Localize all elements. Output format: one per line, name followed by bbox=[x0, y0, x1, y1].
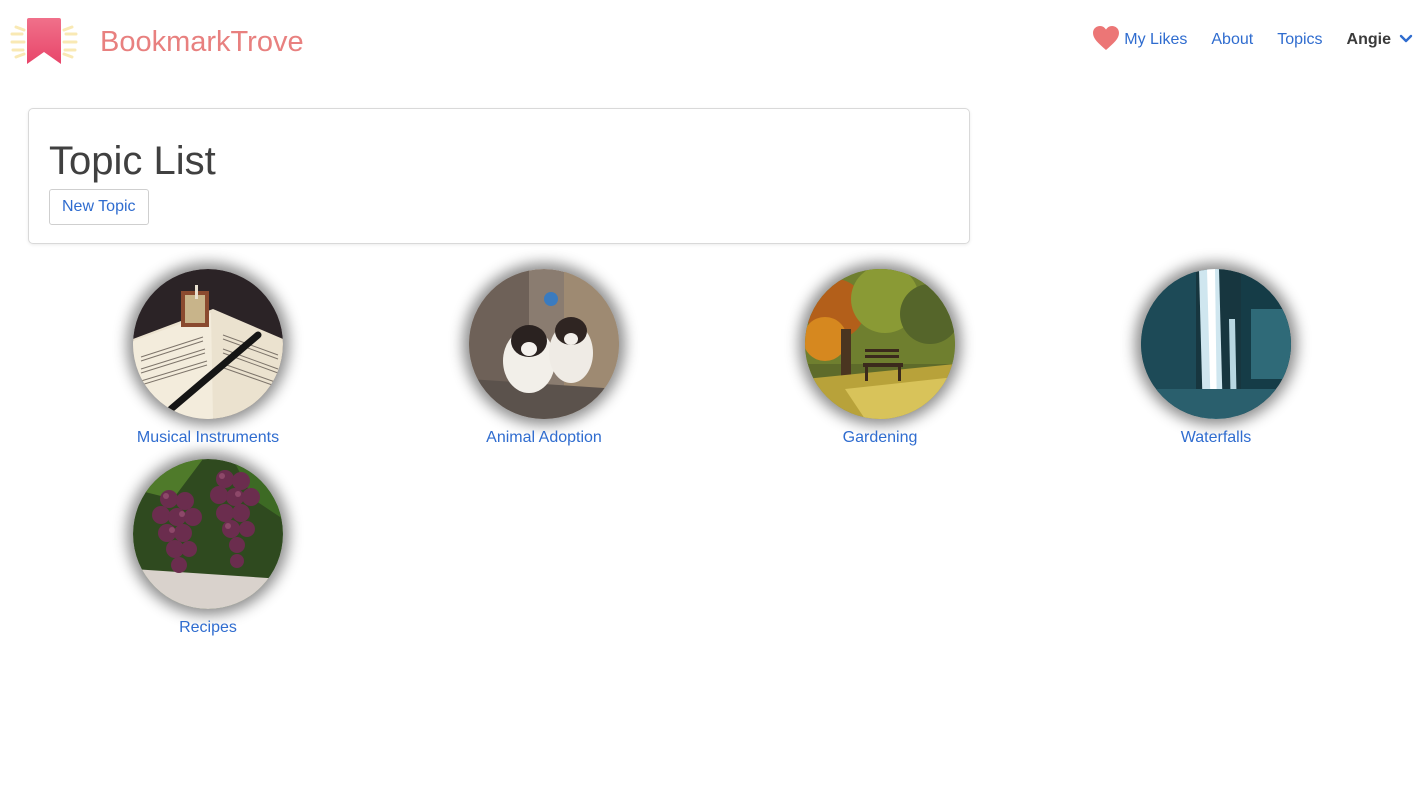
brand-name[interactable]: BookmarkTrove bbox=[100, 24, 304, 60]
new-topic-button[interactable]: New Topic bbox=[49, 189, 149, 225]
sheet-music-recorder-photo bbox=[133, 269, 283, 419]
nav-my-likes-label: My Likes bbox=[1124, 31, 1188, 48]
user-menu[interactable]: Angie bbox=[1347, 31, 1413, 49]
topic-image[interactable] bbox=[805, 269, 955, 419]
nav-my-likes[interactable]: My Likes bbox=[1092, 25, 1187, 56]
topic-image[interactable] bbox=[133, 269, 283, 419]
topic-image[interactable] bbox=[1141, 269, 1291, 419]
topic-card[interactable]: Gardening bbox=[730, 269, 1030, 448]
bookmark-icon bbox=[10, 18, 78, 64]
grapes-photo bbox=[133, 459, 283, 609]
waterfall-photo bbox=[1141, 269, 1291, 419]
topic-link[interactable]: Gardening bbox=[730, 428, 1030, 448]
topic-card[interactable]: Recipes bbox=[58, 459, 358, 638]
chevron-down-icon bbox=[1399, 31, 1413, 49]
garden-bench-photo bbox=[805, 269, 955, 419]
nav-topics[interactable]: Topics bbox=[1277, 31, 1322, 49]
puppies-photo bbox=[469, 269, 619, 419]
heart-icon bbox=[1092, 25, 1120, 56]
user-name: Angie bbox=[1346, 31, 1391, 48]
topic-link[interactable]: Recipes bbox=[58, 618, 358, 638]
topic-link[interactable]: Waterfalls bbox=[1066, 428, 1366, 448]
nav-links: My Likes About Topics Angie bbox=[1092, 25, 1413, 56]
topic-image[interactable] bbox=[469, 269, 619, 419]
topic-card[interactable]: Waterfalls bbox=[1066, 269, 1366, 448]
page-title: Topic List bbox=[49, 139, 216, 183]
brand-logo[interactable] bbox=[10, 14, 78, 70]
topic-image[interactable] bbox=[133, 459, 283, 609]
topic-card[interactable]: Musical Instruments bbox=[58, 269, 358, 448]
navbar: BookmarkTrove My Likes About Topics Angi… bbox=[0, 0, 1425, 82]
nav-about[interactable]: About bbox=[1211, 31, 1253, 49]
topic-link[interactable]: Animal Adoption bbox=[394, 428, 694, 448]
topic-list-card: Topic List New Topic bbox=[28, 108, 970, 244]
topic-card[interactable]: Animal Adoption bbox=[394, 269, 694, 448]
topic-link[interactable]: Musical Instruments bbox=[58, 428, 358, 448]
